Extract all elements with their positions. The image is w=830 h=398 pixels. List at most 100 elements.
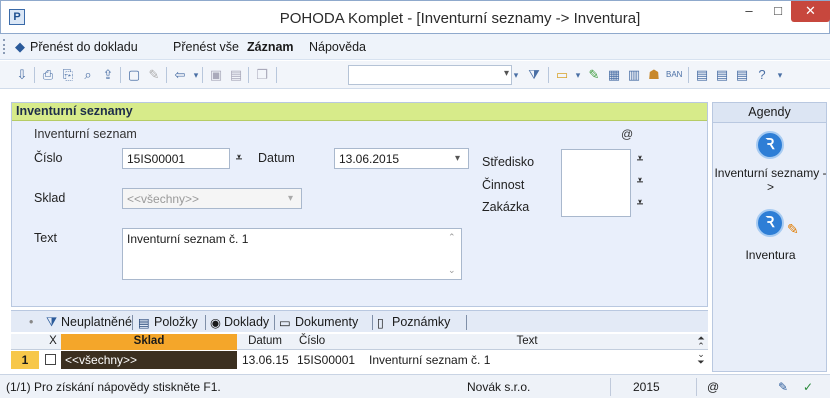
agenda-inventory-icon[interactable]: Ꝛ — [756, 209, 784, 237]
toolbar-separator — [248, 67, 249, 83]
agendy-panel: Agendy Ꝛ Inventurní seznamy -> Ꝛ ✎ Inven… — [712, 102, 827, 372]
attach-doc-icon[interactable]: ⇪ — [100, 67, 116, 83]
toolbar: ⇩ ⎙ ⎘ ⌕ ⇪ ▢ ✎ ⇦ ▾ ▣ ▤ ❐ ▾ ▾ ⧩ ▭ ▾ ✎ ▦ ▥ … — [0, 61, 830, 89]
print-preview-icon[interactable]: ⎘ — [60, 67, 76, 83]
back-icon[interactable]: ⇦ — [172, 67, 188, 83]
menu-item-help[interactable]: Nápověda — [309, 40, 366, 54]
cell-text[interactable]: Inventurní seznam č. 1 — [369, 353, 490, 367]
agendy-header: Agendy — [713, 103, 826, 123]
text-label: Text — [34, 231, 57, 245]
grid-header: X Sklad Datum Číslo Text — [11, 334, 708, 350]
menu-item-record[interactable]: Záznam — [247, 40, 294, 54]
agenda-item-inventory-lists[interactable]: Inventurní seznamy -> — [713, 166, 828, 194]
agenda-item-inventory[interactable]: Inventura — [713, 248, 828, 262]
cell-datum[interactable]: 13.06.15 — [242, 353, 289, 367]
pencil-icon[interactable]: ✎ — [778, 380, 788, 394]
users-icon[interactable]: ☗ — [646, 67, 662, 83]
toolbar-separator — [548, 67, 549, 83]
tab-doklady[interactable]: Doklady — [224, 315, 269, 329]
menu-item-transfer-all[interactable]: Přenést vše — [173, 40, 239, 54]
datum-field[interactable]: 13.06.2015 — [334, 148, 469, 169]
datum-label: Datum — [258, 151, 295, 165]
tab-separator — [274, 315, 275, 330]
arrow-left-icon: ◆ — [15, 39, 25, 54]
stredisko-selector-icon[interactable]: ⩡ — [632, 151, 648, 167]
edit-icon[interactable]: ✎ — [146, 67, 162, 83]
maximize-button[interactable]: □ — [763, 1, 793, 22]
row-checkbox[interactable] — [45, 354, 56, 365]
sklad-label: Sklad — [34, 191, 66, 205]
print-icon[interactable]: ⎙ — [40, 67, 56, 83]
list3-icon[interactable]: ▤ — [734, 67, 750, 83]
copy-icon[interactable]: ❐ — [254, 67, 270, 83]
tab-polozky[interactable]: Položky — [154, 315, 198, 329]
check-icon[interactable]: ✓ — [803, 380, 813, 394]
chevron-down-icon[interactable]: ▾ — [570, 67, 586, 83]
list-icon[interactable]: ▤ — [694, 67, 710, 83]
save-icon[interactable]: ▣ — [208, 67, 224, 83]
gear-icon: ◉ — [210, 316, 221, 330]
menu-item-transfer-to-document[interactable]: Přenést do dokladu — [30, 40, 138, 54]
status-bar: (1/1) Pro získání nápovědy stiskněte F1.… — [0, 374, 830, 398]
column-header-text[interactable]: Text — [367, 335, 687, 347]
column-header-x[interactable]: X — [47, 335, 59, 347]
at-sign: @ — [621, 127, 634, 141]
agenda-inventory-lists-icon[interactable]: Ꝛ — [756, 131, 784, 159]
document-icon[interactable]: ▥ — [626, 67, 642, 83]
attach-icon[interactable]: ✎ — [586, 67, 602, 83]
cell-sklad[interactable]: <<všechny>> — [61, 351, 237, 369]
zakazka-selector-icon[interactable]: ⩡ — [632, 195, 648, 211]
bank-icon[interactable]: BAN — [666, 67, 682, 83]
status-separator — [696, 378, 697, 396]
toolbar-combo[interactable]: ▾ — [348, 65, 512, 85]
stredisko-cinnost-zakazka-field[interactable] — [561, 149, 631, 217]
tab-separator — [466, 315, 467, 330]
chevron-down-icon[interactable]: ▾ — [455, 153, 460, 164]
tab-separator — [132, 315, 133, 330]
title-bar: P POHODA Komplet - [Inventurní seznamy -… — [0, 0, 830, 34]
cell-cislo[interactable]: 15IS00001 — [297, 353, 355, 367]
help-icon[interactable]: ? — [754, 67, 770, 83]
scroll-down-icon[interactable]: ⌄ — [448, 265, 456, 276]
data-grid: X Sklad Datum Číslo Text 1 <<všechny>> 1… — [11, 334, 708, 370]
column-header-sklad[interactable]: Sklad — [61, 334, 237, 350]
sklad-select[interactable]: <<všechny>> — [122, 188, 302, 209]
status-separator — [610, 378, 611, 396]
column-header-cislo[interactable]: Číslo — [293, 335, 363, 347]
cinnost-label: Činnost — [482, 178, 525, 192]
tab-neuplatnene[interactable]: Neuplatněné — [61, 315, 132, 329]
row-number: 1 — [11, 351, 39, 369]
chevron-down-icon: ▾ — [288, 193, 294, 204]
toolbar-separator — [276, 67, 277, 83]
zakazka-label: Zakázka — [482, 200, 530, 214]
save-copy-icon[interactable]: ▤ — [228, 67, 244, 83]
table-row[interactable]: 1 <<všechny>> 13.06.15 15IS00001 Inventu… — [11, 351, 708, 369]
tab-poznamky[interactable]: Poznámky — [392, 315, 450, 329]
new-record-icon[interactable]: ▢ — [126, 67, 142, 83]
folder-icon: ▭ — [279, 316, 291, 330]
close-button[interactable]: ✕ — [791, 1, 830, 22]
export-icon[interactable]: ⌕ — [80, 67, 96, 83]
grid-scrollbar[interactable]: ⏶ ⌃ ⌄ ⏷ — [695, 334, 707, 370]
chevron-down-icon[interactable]: ▾ — [508, 67, 524, 83]
scroll-up-icon[interactable]: ⌃ — [448, 232, 456, 243]
tab-bar-bullet-icon: • — [29, 315, 34, 329]
menu-grip[interactable] — [3, 39, 6, 54]
list-icon: ▤ — [138, 316, 150, 330]
cinnost-selector-icon[interactable]: ⩡ — [632, 173, 648, 189]
panel-header: Inventurní seznamy — [12, 103, 707, 121]
text-area[interactable]: Inventurní seznam č. 1 — [122, 228, 462, 280]
group-label: Inventurní seznam — [34, 127, 137, 141]
folder-icon[interactable]: ▭ — [554, 67, 570, 83]
cislo-field[interactable]: 15IS00001 — [122, 148, 230, 169]
import-icon[interactable]: ⇩ — [14, 67, 30, 83]
calculator-icon[interactable]: ▦ — [606, 67, 622, 83]
status-company: Novák s.r.o. — [467, 380, 531, 394]
filter-icon[interactable]: ⧩ — [526, 67, 542, 83]
chevron-down-icon[interactable]: ▾ — [772, 67, 788, 83]
list2-icon[interactable]: ▤ — [714, 67, 730, 83]
number-selector-icon[interactable]: ⩡ — [231, 150, 247, 166]
column-header-datum[interactable]: Datum — [239, 335, 291, 347]
tab-dokumenty[interactable]: Dokumenty — [295, 315, 358, 329]
minimize-button[interactable]: – — [734, 1, 764, 22]
